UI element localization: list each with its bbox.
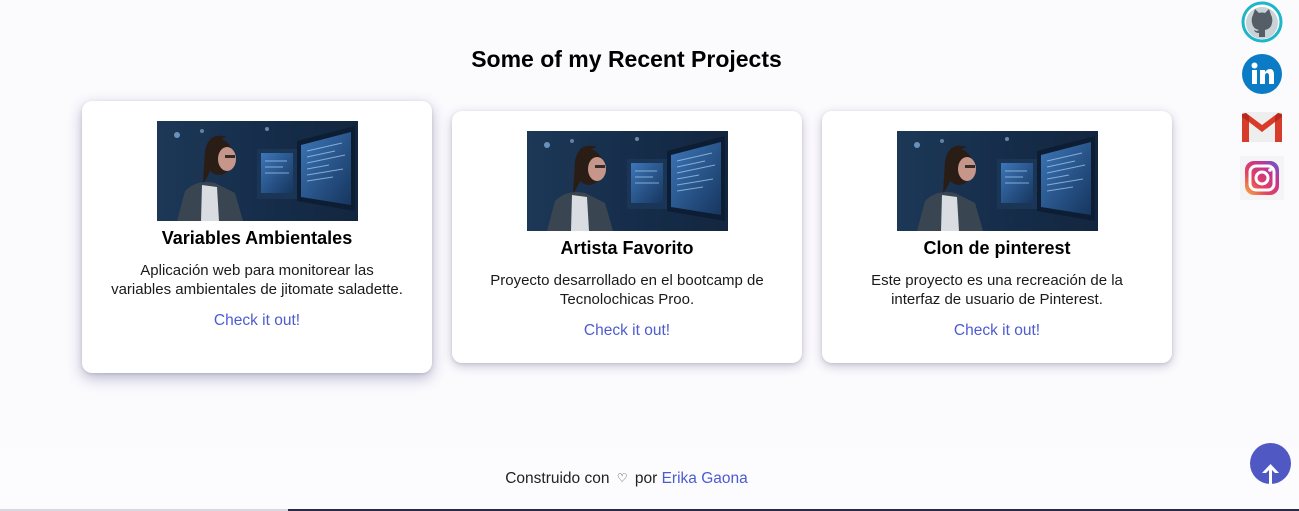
instagram-icon[interactable] — [1240, 156, 1284, 200]
woman-at-computers-photo — [157, 121, 358, 221]
project-image — [526, 131, 728, 231]
author-link[interactable]: Erika Gaona — [662, 470, 748, 487]
woman-at-computers-photo — [527, 131, 728, 231]
check-it-out-link[interactable]: Check it out! — [954, 322, 1040, 340]
footer-by: por — [634, 470, 658, 487]
project-card: Variables Ambientales Aplicación web par… — [82, 101, 432, 373]
scroll-to-top-button[interactable] — [1250, 443, 1291, 484]
project-card: Clon de pinterest Este proyecto es una r… — [822, 111, 1172, 363]
heart-icon: ♡ — [616, 471, 628, 485]
footer-prefix: Construido con — [505, 470, 610, 487]
github-icon[interactable] — [1240, 0, 1284, 44]
check-it-out-link[interactable]: Check it out! — [584, 322, 670, 340]
project-description: Aplicación web para monitorear las varia… — [111, 262, 403, 298]
project-image — [156, 121, 358, 221]
project-description: Este proyecto es una recreación de la in… — [871, 272, 1123, 308]
footer-credit: Construido con ♡ por Erika Gaona — [0, 470, 1253, 488]
gmail-icon[interactable] — [1240, 104, 1284, 148]
section-title: Some of my Recent Projects — [471, 46, 782, 72]
project-title: Artista Favorito — [560, 238, 694, 258]
project-card: Artista Favorito Proyecto desarrollado e… — [452, 111, 802, 363]
project-image — [896, 131, 1098, 231]
projects-section: Some of my Recent Projects Variables Amb… — [0, 0, 1299, 415]
arrow-up-icon — [1262, 464, 1279, 484]
check-it-out-link[interactable]: Check it out! — [214, 312, 300, 330]
woman-at-computers-photo — [897, 131, 1098, 231]
linkedin-icon[interactable] — [1240, 52, 1284, 96]
project-description: Proyecto desarrollado en el bootcamp de … — [490, 272, 764, 308]
project-title: Clon de pinterest — [923, 238, 1071, 258]
footer: Construido con ♡ por Erika Gaona — [0, 448, 1299, 509]
project-title: Variables Ambientales — [161, 228, 353, 248]
